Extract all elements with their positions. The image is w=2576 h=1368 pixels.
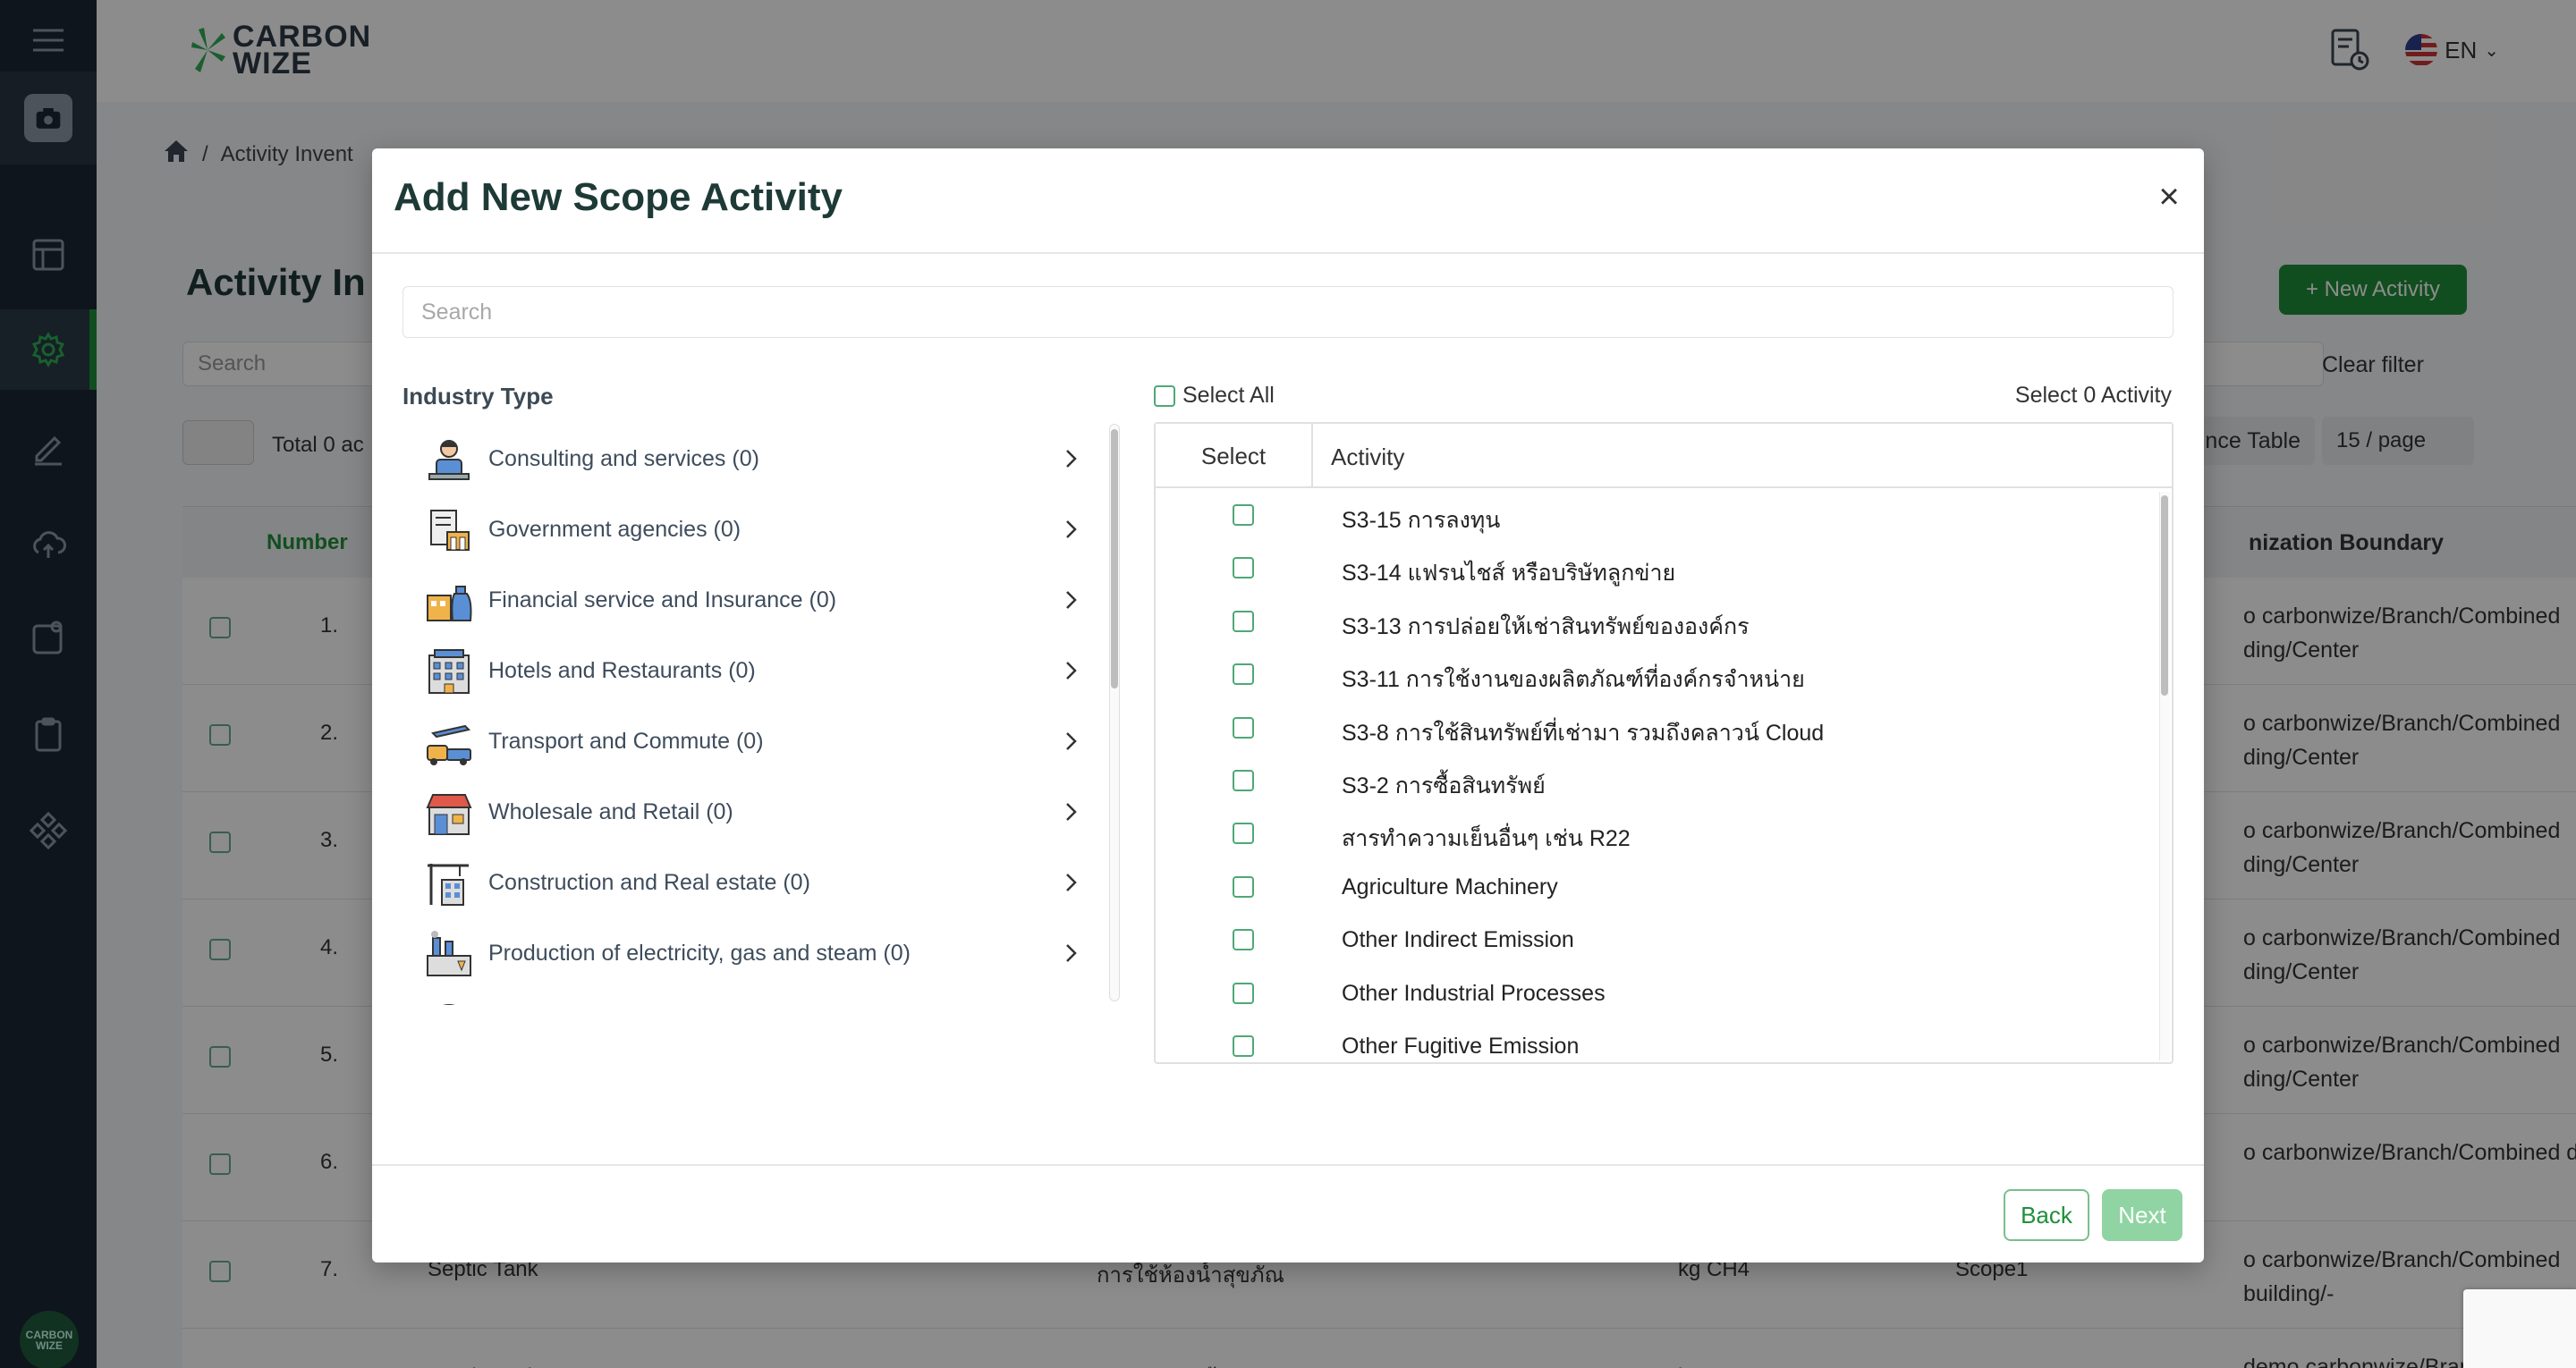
activity-checkbox[interactable] xyxy=(1233,929,1254,951)
activity-row[interactable]: S3-8 การใช้สินทรัพย์ที่เช่ามา รวมถึงคลาว… xyxy=(1156,703,2152,756)
next-button[interactable]: Next xyxy=(2102,1189,2182,1241)
government-icon xyxy=(424,505,474,555)
chevron-right-icon[interactable] xyxy=(1059,730,1082,753)
chevron-right-icon[interactable] xyxy=(1059,588,1082,612)
activity-label: สารทำความเย็นอื่นๆ เช่น R22 xyxy=(1342,826,1631,852)
construction-icon xyxy=(424,858,474,908)
activity-label: Other Industrial Processes xyxy=(1342,980,1606,1006)
activity-row[interactable]: Other Industrial Processes xyxy=(1156,968,2152,1021)
activity-checkbox[interactable] xyxy=(1233,716,1254,739)
activity-row[interactable]: S3-11 การใช้งานของผลิตภัณฑ์ที่องค์กรจำหน… xyxy=(1156,649,2152,702)
activity-label: S3-8 การใช้สินทรัพย์ที่เช่ามา รวมถึงคลาว… xyxy=(1342,720,1825,746)
industry-type-heading: Industry Type xyxy=(402,383,554,410)
industry-item[interactable]: Production (0) xyxy=(402,989,1109,1005)
modal-title: Add New Scope Activity xyxy=(394,175,843,219)
store-icon xyxy=(424,788,474,838)
industry-list: Consulting and services (0) Government ag… xyxy=(402,424,1109,1005)
activity-table-header: Select Activity xyxy=(1156,424,2172,488)
activity-label: Agriculture Machinery xyxy=(1342,874,1558,899)
column-select: Select xyxy=(1156,424,1313,488)
activity-search-input[interactable] xyxy=(402,286,2174,338)
activity-checkbox[interactable] xyxy=(1233,769,1254,791)
industry-item[interactable]: Consulting and services (0) xyxy=(402,424,1109,494)
add-scope-activity-modal: Add New Scope Activity × Industry Type C… xyxy=(372,148,2204,1262)
industry-label: Wholesale and Retail (0) xyxy=(488,799,733,824)
industry-item[interactable]: Financial service and Insurance (0) xyxy=(402,565,1109,636)
activity-label: Other Fugitive Emission xyxy=(1342,1033,1580,1059)
industry-item[interactable]: Transport and Commute (0) xyxy=(402,706,1109,777)
consultant-icon xyxy=(424,435,474,485)
industry-scrollbar-thumb[interactable] xyxy=(1111,429,1118,688)
activity-checkbox[interactable] xyxy=(1233,610,1254,632)
activity-checkbox[interactable] xyxy=(1233,663,1254,686)
transport-icon xyxy=(424,717,474,767)
activity-label: S3-15 การลงทุน xyxy=(1342,508,1501,533)
hotel-icon xyxy=(424,646,474,697)
industry-item[interactable]: Construction and Real estate (0) xyxy=(402,848,1109,918)
industry-item[interactable]: Wholesale and Retail (0) xyxy=(402,777,1109,848)
column-activity: Activity xyxy=(1331,443,1405,470)
activity-row[interactable]: สารทำความเย็นอื่นๆ เช่น R22 xyxy=(1156,808,2152,861)
activity-scrollbar-thumb[interactable] xyxy=(2161,495,2168,696)
industry-item[interactable]: Government agencies (0) xyxy=(402,494,1109,565)
industry-label: Consulting and services (0) xyxy=(488,446,759,471)
select-all-label: Select All xyxy=(1182,383,1275,408)
activity-table-body: S3-15 การลงทุน S3-14 แฟรนไชส์ หรือบริษัทล… xyxy=(1156,490,2152,1062)
recaptcha-badge[interactable] xyxy=(2463,1289,2576,1368)
industry-label: Production of electricity, gas and steam… xyxy=(488,941,911,966)
industry-label: Construction and Real estate (0) xyxy=(488,870,810,895)
selected-count: Select 0 Activity xyxy=(2014,383,2172,408)
industry-label: Hotels and Restaurants (0) xyxy=(488,658,756,683)
industry-label: Transport and Commute (0) xyxy=(488,729,764,754)
activity-row[interactable]: Other Indirect Emission xyxy=(1156,915,2152,967)
industry-label: Financial service and Insurance (0) xyxy=(488,587,837,612)
power-plant-icon xyxy=(424,929,474,979)
back-button[interactable]: Back xyxy=(2004,1189,2089,1241)
chevron-right-icon[interactable] xyxy=(1059,659,1082,682)
activity-checkbox[interactable] xyxy=(1233,823,1254,845)
chevron-right-icon[interactable] xyxy=(1059,518,1082,541)
activity-row[interactable]: Agriculture Machinery xyxy=(1156,862,2152,915)
industry-item[interactable]: Production of electricity, gas and steam… xyxy=(402,918,1109,989)
activity-row[interactable]: S3-15 การลงทุน xyxy=(1156,490,2152,543)
activity-checkbox[interactable] xyxy=(1233,982,1254,1004)
activity-label: S3-2 การซื้อสินทรัพย์ xyxy=(1342,773,1546,798)
close-icon[interactable]: × xyxy=(2152,179,2186,215)
chevron-right-icon[interactable] xyxy=(1059,871,1082,894)
activity-label: S3-11 การใช้งานของผลิตภัณฑ์ที่องค์กรจำหน… xyxy=(1342,667,1805,693)
activity-label: S3-13 การปล่อยให้เช่าสินทรัพย์ขององค์กร xyxy=(1342,613,1750,639)
activity-row[interactable]: S3-14 แฟรนไชส์ หรือบริษัทลูกข่าย xyxy=(1156,543,2152,595)
chevron-right-icon[interactable] xyxy=(1059,942,1082,965)
chevron-right-icon[interactable] xyxy=(1059,800,1082,823)
checkbox[interactable] xyxy=(1154,384,1175,407)
select-all-checkbox[interactable]: Select All xyxy=(1154,383,1275,409)
activity-checkbox[interactable] xyxy=(1233,1034,1254,1057)
activity-label: Other Indirect Emission xyxy=(1342,927,1574,953)
chevron-right-icon[interactable] xyxy=(1059,447,1082,470)
finance-icon xyxy=(424,576,474,626)
production-gear-icon xyxy=(424,1000,474,1005)
activity-table: Select Activity S3-15 การลงทุน S3-14 แฟรน… xyxy=(1154,422,2174,1064)
divider xyxy=(372,1164,2204,1166)
industry-label: Government agencies (0) xyxy=(488,517,741,542)
activity-checkbox[interactable] xyxy=(1233,504,1254,526)
activity-row[interactable]: S3-13 การปล่อยให้เช่าสินทรัพย์ขององค์กร xyxy=(1156,596,2152,649)
industry-item[interactable]: Hotels and Restaurants (0) xyxy=(402,636,1109,706)
activity-row[interactable]: Other Fugitive Emission xyxy=(1156,1021,2152,1062)
activity-checkbox[interactable] xyxy=(1233,557,1254,579)
activity-checkbox[interactable] xyxy=(1233,875,1254,898)
activity-label: S3-14 แฟรนไชส์ หรือบริษัทลูกข่าย xyxy=(1342,561,1676,587)
divider xyxy=(372,252,2204,254)
activity-row[interactable]: S3-2 การซื้อสินทรัพย์ xyxy=(1156,756,2152,808)
